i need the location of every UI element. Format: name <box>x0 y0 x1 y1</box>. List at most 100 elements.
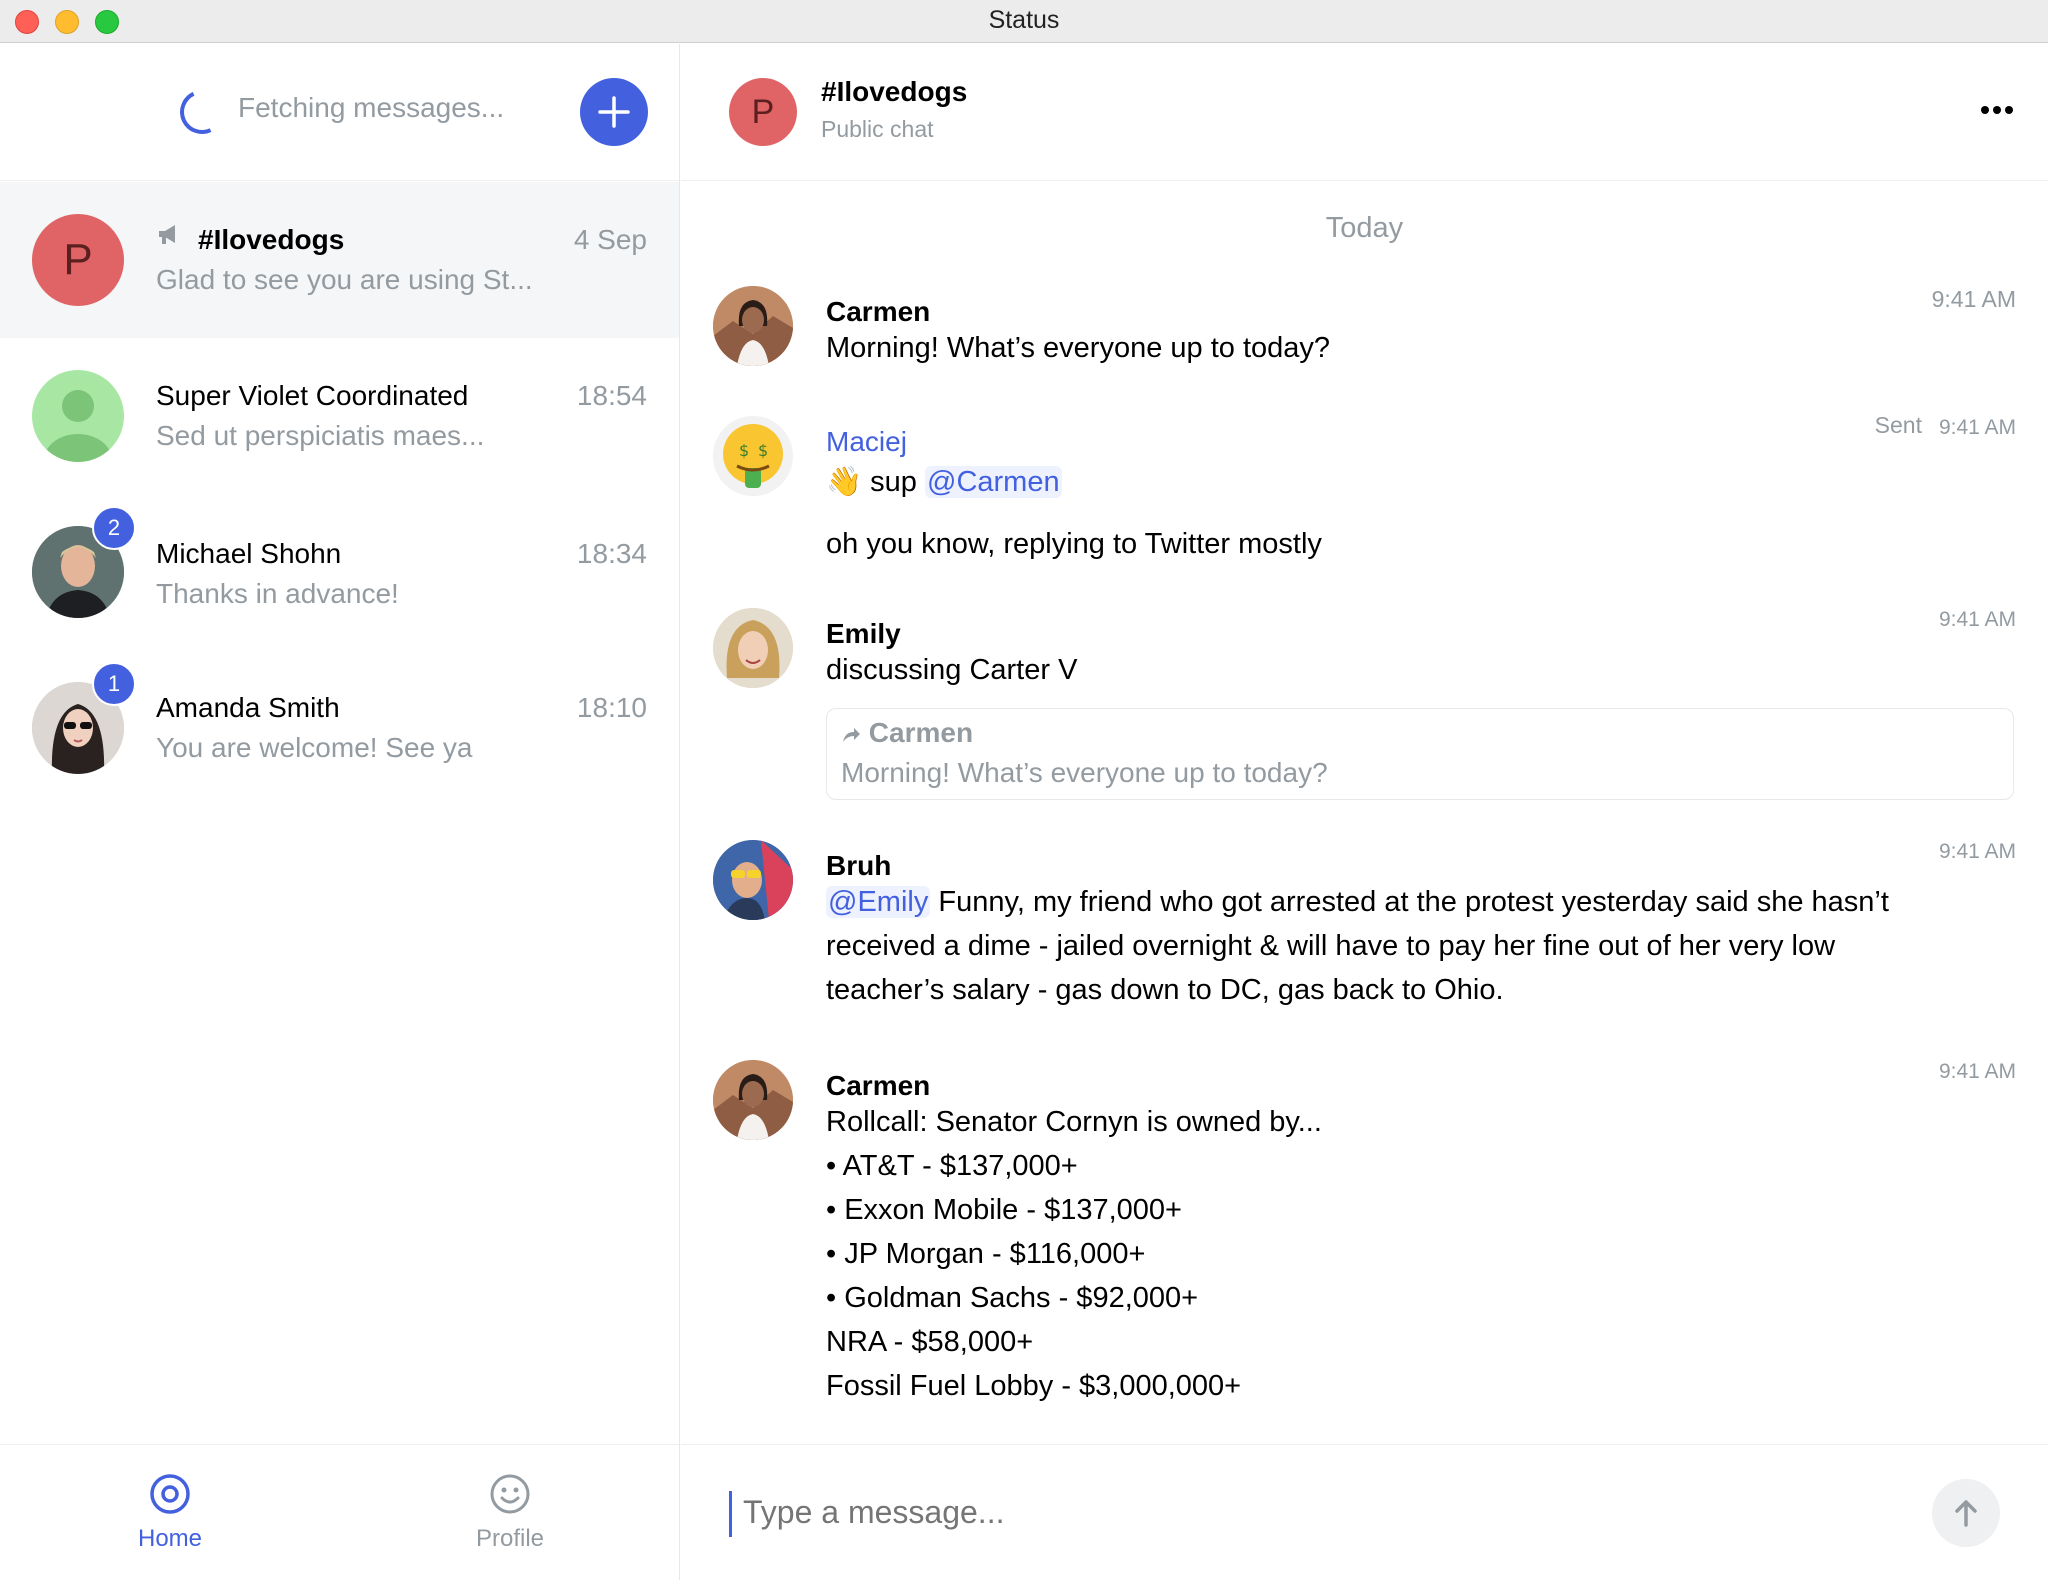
chat-time: 4 Sep <box>573 224 647 255</box>
chat-header: P #Ilovedogs Public chat <box>681 44 2048 181</box>
smiley-profile-icon <box>490 1474 530 1514</box>
avatar[interactable] <box>713 608 793 688</box>
message-text-line: Fossil Fuel Lobby - $3,000,000+ <box>826 1370 1242 1402</box>
avatar[interactable] <box>713 286 793 366</box>
chat-list-item-super-violet[interactable]: Super Violet Coordinated 18:54 Sed ut pe… <box>0 338 679 494</box>
quote-author: Carmen <box>841 717 973 749</box>
message-author[interactable]: Maciej <box>826 426 907 458</box>
chat-list-item-michael-shohn[interactable]: 2 Michael Shohn 18:34 Thanks in advance! <box>0 494 679 650</box>
mention-carmen[interactable]: @Carmen <box>925 466 1062 498</box>
message-text-line: • Exxon Mobile - $137,000+ <box>826 1194 1182 1226</box>
message-author[interactable]: Carmen <box>826 1070 930 1102</box>
plus-icon <box>598 96 630 128</box>
user-placeholder-icon <box>44 390 112 462</box>
tab-home-label: Home <box>137 1525 203 1552</box>
loading-spinner-icon <box>173 83 231 141</box>
chat-list-item-ilovedogs[interactable]: P #Ilovedogs 4 Sep Glad to see you are u… <box>0 182 679 338</box>
chat-time: 18:10 <box>576 692 647 723</box>
message-text-line: • JP Morgan - $116,000+ <box>826 1238 1146 1270</box>
message-text: Morning! What’s everyone up to today? <box>826 332 1331 364</box>
avatar[interactable]: $ $ <box>713 416 793 496</box>
megaphone-icon <box>159 225 175 244</box>
message-text-part: sup <box>870 466 917 498</box>
chat-preview: Thanks in advance! <box>156 578 399 609</box>
chat-preview: Sed ut perspiciatis maes... <box>156 420 485 451</box>
window-titlebar: Status <box>0 0 2048 43</box>
text-caret <box>729 1491 732 1537</box>
message-text: 👋 sup @Carmen <box>826 460 1062 504</box>
chat-preview: Glad to see you are using St... <box>156 264 533 295</box>
quote-author-name: Carmen <box>868 717 974 748</box>
chat-name: Super Violet Coordinated <box>156 380 469 411</box>
chat-name: Michael Shohn <box>156 538 342 569</box>
more-horizontal-icon <box>1981 106 2013 114</box>
message-time: 9:41 AM <box>1938 608 2016 631</box>
person-photo-icon <box>713 840 793 920</box>
message-text: oh you know, replying to Twitter mostly <box>826 528 1322 560</box>
waving-hand-emoji: 👋 <box>826 466 863 498</box>
message-input[interactable] <box>741 1493 1845 1532</box>
message-author[interactable]: Bruh <box>826 850 891 882</box>
arrow-up-icon <box>1955 1500 1977 1527</box>
send-button[interactable] <box>1932 1479 2000 1547</box>
message-author[interactable]: Emily <box>826 618 901 650</box>
avatar: P <box>32 214 124 306</box>
chat-preview: You are welcome! See ya <box>156 732 473 763</box>
chat-time: 18:54 <box>576 380 647 411</box>
message-text-line: • AT&T - $137,000+ <box>826 1150 1078 1182</box>
message-text-part: Funny, my friend who got arrested at the… <box>930 886 1889 918</box>
message: Carmen 9:41 AM Rollcall: Senator Cornyn … <box>713 1060 2016 1430</box>
message-time: 9:41 AM <box>1938 840 2016 863</box>
unread-badge: 1 <box>92 662 136 706</box>
bottom-navigation: Home Profile <box>0 1444 679 1581</box>
chat-name: #Ilovedogs <box>198 224 345 255</box>
unread-badge: 2 <box>92 506 136 550</box>
avatar[interactable] <box>713 1060 793 1140</box>
chat-pane: P #Ilovedogs Public chat Today Carmen 9:… <box>681 44 2048 1580</box>
person-photo-icon <box>713 608 793 688</box>
reply-arrow-icon <box>843 727 860 742</box>
message-text: discussing Carter V <box>826 654 1078 686</box>
tab-profile[interactable]: Profile <box>340 1445 680 1581</box>
message-author[interactable]: Carmen <box>826 296 930 328</box>
message-time: 9:41 AM <box>1938 416 2016 439</box>
message-text-line: NRA - $58,000+ <box>826 1326 1034 1358</box>
chat-subtitle: Public chat <box>821 116 934 142</box>
sidebar-header: Fetching messages... <box>0 44 679 181</box>
more-options-button[interactable] <box>1980 102 2014 120</box>
message-text-line: Rollcall: Senator Cornyn is owned by... <box>826 1106 1322 1138</box>
chat-avatar[interactable]: P <box>729 78 797 146</box>
message: Emily 9:41 AM discussing Carter V Carmen… <box>713 608 2016 808</box>
message-text-line: • Goldman Sachs - $92,000+ <box>826 1282 1199 1314</box>
message-composer <box>681 1444 2048 1581</box>
person-photo-icon <box>713 286 793 366</box>
chat-list-item-amanda-smith[interactable]: 1 Amanda Smith 18:10 You are welcome! Se… <box>0 650 679 806</box>
window-title: Status <box>988 6 1060 34</box>
chat-title[interactable]: #Ilovedogs <box>821 76 967 108</box>
mention-emily[interactable]: @Emily <box>826 886 931 918</box>
avatar <box>32 370 124 462</box>
sent-status: Sent <box>1874 412 1922 438</box>
tab-home[interactable]: Home <box>0 1445 340 1581</box>
chat-time: 18:34 <box>576 538 647 569</box>
message: $ $ Maciej Sent 9:41 AM 👋 sup @Carmen oh… <box>713 412 2016 566</box>
tab-profile-label: Profile <box>475 1525 545 1552</box>
quoted-reply[interactable]: Carmen Morning! What’s everyone up to to… <box>826 708 2014 800</box>
day-separator: Today <box>1325 212 1404 244</box>
sidebar: Fetching messages... P #Ilovedogs 4 Sep … <box>0 44 680 1580</box>
person-photo-icon <box>713 1060 793 1140</box>
message-time: 9:41 AM <box>1931 286 2016 312</box>
new-chat-button[interactable] <box>580 78 648 146</box>
fetching-status: Fetching messages... <box>238 92 505 123</box>
message-text: @Emily Funny, my friend who got arrested… <box>826 880 1889 924</box>
avatar[interactable] <box>713 840 793 920</box>
message: Carmen 9:41 AM Morning! What’s everyone … <box>713 286 2016 376</box>
quote-text: Morning! What’s everyone up to today? <box>841 757 1328 788</box>
message-time: 9:41 AM <box>1938 1060 2016 1083</box>
svg-text:$: $ <box>758 441 768 460</box>
chat-name: Amanda Smith <box>156 692 340 723</box>
money-mouth-emoji-icon: $ $ <box>713 416 793 496</box>
message-text-line: teacher’s salary - gas down to DC, gas b… <box>826 974 1504 1006</box>
message-text-line: received a dime - jailed overnight & wil… <box>826 930 1836 962</box>
message: Bruh 9:41 AM @Emily Funny, my friend who… <box>713 840 2016 1020</box>
